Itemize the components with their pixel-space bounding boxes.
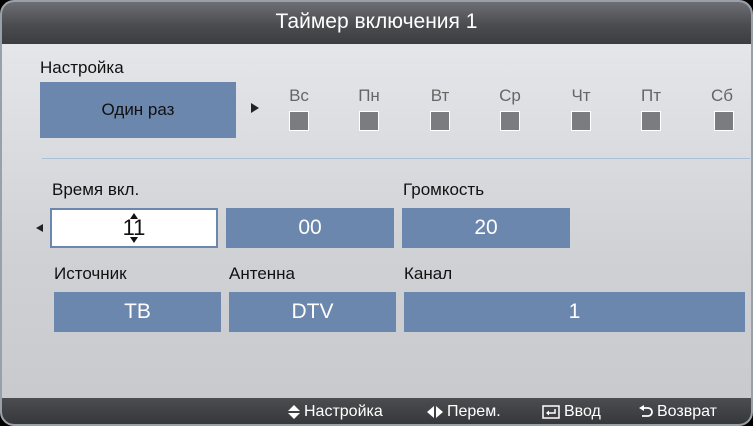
day-name-mon: Пн — [358, 86, 380, 105]
hour-field[interactable]: 11 — [50, 208, 218, 248]
hint-adjust-label: Настройка — [304, 403, 383, 420]
day-name-tue: Вт — [430, 86, 450, 105]
channel-label: Канал — [404, 264, 453, 283]
day-name-fri: Пт — [640, 86, 661, 105]
day-name-thu: Чт — [571, 86, 591, 105]
source-field[interactable]: ТВ — [54, 292, 221, 332]
channel-value: 1 — [568, 300, 581, 323]
antenna-label: Антенна — [229, 264, 296, 283]
footer-hint-bar: Настройка Перем. Ввод Возврат — [2, 398, 751, 424]
volume-field[interactable]: 20 — [402, 208, 570, 248]
enter-icon — [542, 405, 560, 419]
day-checkbox-tue[interactable] — [430, 111, 450, 131]
day-checkbox-mon[interactable] — [359, 111, 379, 131]
up-down-arrows-icon — [288, 405, 300, 419]
hint-adjust: Настройка — [288, 403, 383, 421]
day-checkbox-thu[interactable] — [571, 111, 591, 131]
repeat-mode-value: Один раз — [101, 100, 175, 119]
arrow-left-icon[interactable] — [36, 224, 43, 232]
hint-enter-label: Ввод — [564, 403, 601, 420]
volume-label: Громкость — [403, 180, 485, 199]
source-value: ТВ — [124, 300, 151, 323]
left-right-arrows-icon — [427, 406, 443, 418]
setup-label: Настройка — [40, 58, 124, 77]
antenna-field[interactable]: DTV — [229, 292, 396, 332]
minute-value: 00 — [298, 216, 322, 239]
channel-field[interactable]: 1 — [404, 292, 745, 332]
arrow-down-icon[interactable] — [130, 237, 138, 243]
hint-enter: Ввод — [542, 403, 601, 421]
dialog-title: Таймер включения 1 — [2, 2, 751, 44]
hint-return-label: Возврат — [657, 403, 717, 420]
section-divider — [42, 158, 750, 159]
return-icon — [639, 405, 653, 417]
day-name-wed: Ср — [499, 86, 521, 105]
hint-move-label: Перем. — [447, 403, 501, 420]
hint-return: Возврат — [639, 403, 717, 421]
dialog-content: Настройка Один раз Вс Пн Вт Ср Чт Пт Сб … — [2, 44, 751, 398]
source-label: Источник — [54, 264, 127, 283]
hint-move: Перем. — [427, 403, 501, 421]
arrow-up-icon[interactable] — [130, 213, 138, 219]
time-on-label: Время вкл. — [52, 180, 140, 199]
arrow-right-icon[interactable] — [251, 103, 259, 113]
day-name-sat: Сб — [710, 86, 733, 105]
day-checkbox-wed[interactable] — [500, 111, 520, 131]
volume-value: 20 — [474, 216, 498, 239]
minute-field[interactable]: 00 — [226, 208, 394, 248]
repeat-mode-selector[interactable]: Один раз — [40, 82, 236, 138]
on-timer-dialog: Таймер включения 1 Настройка Один раз Вс… — [0, 0, 753, 426]
antenna-value: DTV — [291, 300, 334, 323]
day-name-sun: Вс — [289, 86, 309, 105]
day-checkbox-sat[interactable] — [714, 111, 734, 131]
day-checkbox-fri[interactable] — [641, 111, 661, 131]
day-checkbox-sun[interactable] — [289, 111, 309, 131]
